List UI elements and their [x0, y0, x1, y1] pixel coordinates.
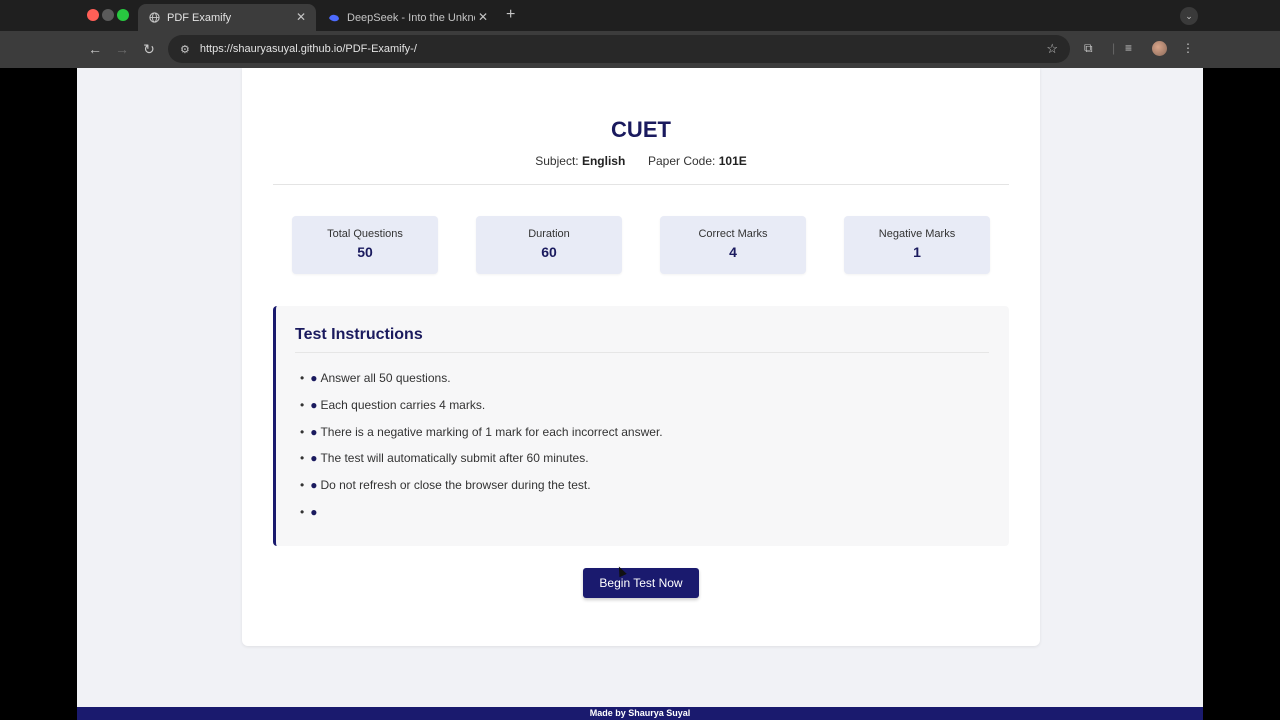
paper-code-label: Paper Code: [647, 154, 716, 168]
profile-avatar[interactable] [1152, 41, 1167, 56]
browser-toolbar: ← → ↻ ⚙ https://shauryasuyal.github.io/P… [0, 31, 1280, 68]
subject-label: Subject: [535, 154, 579, 168]
stat-label: Negative Marks [878, 228, 956, 240]
paper-code-value: 101E [718, 154, 747, 168]
exam-title: CUET [611, 117, 671, 142]
forward-arrow-icon[interactable]: → [113, 40, 131, 58]
list-item: • ● [300, 504, 318, 519]
divider [273, 184, 1009, 185]
window-close-button[interactable] [87, 9, 99, 21]
close-icon[interactable]: ✕ [478, 10, 488, 24]
tab-deepseek[interactable]: DeepSeek - Into the Unknown ✕ [318, 4, 498, 31]
stat-value: 50 [357, 244, 373, 260]
extensions-puzzle-icon[interactable]: ⧉ [1084, 41, 1093, 56]
deepseek-whale-icon [328, 12, 340, 24]
tab-title: DeepSeek - Into the Unknown [347, 11, 475, 24]
list-item: • ● Each question carries 4 marks. [300, 398, 486, 413]
exam-card: CUET Subject: English Paper Code: 101E T… [242, 68, 1040, 646]
tab-pdf-examify[interactable]: PDF Examify ✕ [138, 4, 316, 31]
toolbar-divider: | [1112, 41, 1116, 55]
chevron-down-icon[interactable]: ⌄ [1180, 7, 1198, 25]
stat-total-questions: Total Questions 50 [292, 216, 438, 274]
page-viewport: CUET Subject: English Paper Code: 101E T… [77, 68, 1203, 720]
site-settings-icon[interactable]: ⚙ [180, 43, 190, 56]
stat-label: Duration [528, 228, 570, 240]
list-item: • ● Do not refresh or close the browser du… [300, 478, 591, 493]
list-item: • ● Answer all 50 questions. [300, 371, 451, 386]
tab-bar: PDF Examify ✕ DeepSeek - Into the Unknow… [0, 0, 1280, 31]
tab-title: PDF Examify [167, 11, 232, 24]
begin-test-button[interactable]: Begin Test Now [583, 568, 699, 598]
stat-value: 1 [913, 244, 921, 260]
instructions-list: • ● Answer all 50 questions. • ● Each questi… [300, 365, 663, 525]
instructions-heading: Test Instructions [295, 326, 423, 343]
stat-label: Correct Marks [698, 228, 768, 240]
list-item: • ● The test will automatically submit aft… [300, 451, 589, 466]
url-text[interactable]: https://shauryasuyal.github.io/PDF-Exami… [200, 43, 417, 55]
subject-value: English [581, 154, 626, 168]
instructions-panel: Test Instructions • ● Answer all 50 questi… [273, 306, 1009, 546]
footer: Made by Shaurya Suyal [77, 707, 1203, 720]
window-maximize-button[interactable] [117, 9, 129, 21]
exam-meta: Subject: English Paper Code: 101E [242, 154, 1040, 168]
stat-negative-marks: Negative Marks 1 [844, 216, 990, 274]
globe-icon [148, 12, 160, 24]
stat-duration: Duration 60 [476, 216, 622, 274]
stat-label: Total Questions [327, 228, 403, 240]
close-icon[interactable]: ✕ [296, 10, 306, 24]
address-bar[interactable]: ⚙ https://shauryasuyal.github.io/PDF-Exa… [168, 35, 1070, 63]
stat-value: 4 [729, 244, 737, 260]
stat-value: 60 [541, 244, 557, 260]
stat-correct-marks: Correct Marks 4 [660, 216, 806, 274]
bookmark-star-icon[interactable]: ☆ [1046, 41, 1058, 57]
reload-icon[interactable]: ↻ [140, 40, 158, 58]
list-item: • ● There is a negative marking of 1 mark … [300, 424, 663, 439]
reading-list-icon[interactable]: ≡ [1125, 41, 1132, 55]
more-menu-icon[interactable]: ⋮ [1182, 41, 1194, 55]
window-minimize-button[interactable] [102, 9, 114, 21]
back-arrow-icon[interactable]: ← [86, 40, 104, 58]
new-tab-button[interactable]: + [506, 6, 515, 24]
divider [295, 352, 989, 353]
